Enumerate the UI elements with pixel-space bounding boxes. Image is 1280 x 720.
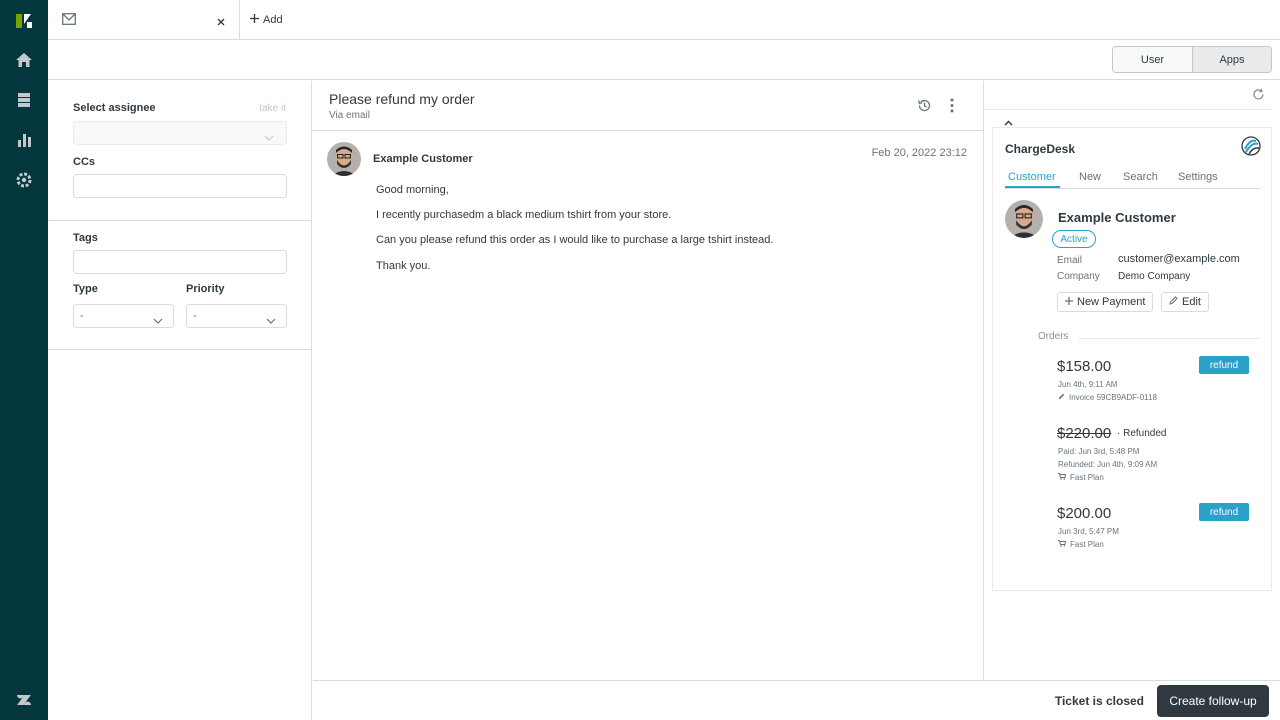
order-detail: Fast Plan (1058, 540, 1104, 549)
ticket-channel: Via email (329, 110, 370, 121)
ticket-properties-panel: Select assignee take it CCs Tags Type Pr… (48, 81, 312, 720)
refresh-icon[interactable] (1252, 88, 1265, 104)
ccs-label: CCs (73, 156, 96, 168)
priority-value: - (193, 310, 197, 322)
app-tab-new[interactable]: New (1079, 171, 1101, 183)
top-bar: Add (48, 0, 1280, 40)
close-icon[interactable] (217, 15, 225, 29)
ticket-subject: Please refund my order (329, 91, 475, 107)
message-timestamp: Feb 20, 2022 23:12 (871, 147, 967, 159)
app-title: ChargeDesk (1005, 142, 1076, 156)
add-tab-label: Add (263, 14, 283, 26)
order-paid-date: Paid: Jun 3rd, 5:48 PM (1058, 447, 1140, 456)
divider (48, 220, 312, 221)
type-value: - (80, 310, 84, 322)
order-detail: Invoice 59CB9ADF-0118 (1058, 393, 1157, 402)
message-line: Good morning, (376, 184, 449, 196)
assignee-select[interactable] (73, 121, 287, 145)
views-icon[interactable] (14, 90, 34, 110)
context-panel-toggle: User Apps (1112, 46, 1272, 73)
plus-icon (1065, 296, 1073, 308)
home-icon[interactable] (14, 50, 34, 70)
refunded-status: · Refunded (1117, 428, 1167, 439)
assignee-label: Select assignee (73, 102, 156, 114)
apps-toggle-button[interactable]: Apps (1192, 47, 1271, 72)
order-date: Jun 4th, 9:11 AM (1058, 380, 1118, 389)
settings-icon[interactable] (14, 170, 34, 190)
tags-input[interactable] (73, 250, 287, 274)
order-date: Jun 3rd, 5:47 PM (1058, 527, 1119, 536)
order-amount: $200.00 (1057, 505, 1112, 522)
plus-icon (250, 14, 259, 26)
refund-button[interactable]: refund (1199, 356, 1249, 374)
global-nav (0, 0, 48, 720)
orders-heading: Orders (1038, 331, 1069, 342)
type-select[interactable]: - (73, 304, 174, 328)
chevron-down-icon (266, 313, 276, 327)
refund-button[interactable]: refund (1199, 503, 1249, 521)
type-label: Type (73, 283, 98, 295)
priority-label: Priority (186, 283, 225, 295)
plan-name: Fast Plan (1070, 473, 1104, 482)
zendesk-logo-icon[interactable] (14, 690, 34, 710)
status-badge: Active (1052, 230, 1096, 248)
mail-icon (62, 13, 76, 28)
cart-icon (1058, 473, 1067, 482)
tags-label: Tags (73, 232, 98, 244)
chevron-down-icon (153, 313, 163, 327)
message-line: I recently purchasedm a black medium tsh… (376, 209, 672, 221)
order-amount: $158.00 (1057, 358, 1112, 375)
ticket-tab[interactable] (48, 0, 240, 40)
reporting-icon[interactable] (14, 130, 34, 150)
customer-avatar (327, 142, 361, 176)
new-payment-label: New Payment (1077, 296, 1146, 308)
app-tabs: Customer New Search Settings (1005, 166, 1261, 189)
pencil-icon (1058, 393, 1065, 402)
user-toggle-button[interactable]: User (1113, 47, 1192, 72)
edit-label: Edit (1182, 296, 1201, 308)
company-value: Demo Company (1118, 271, 1191, 282)
plan-name: Fast Plan (1070, 540, 1104, 549)
message-line: Thank you. (376, 260, 431, 272)
add-tab-button[interactable]: Add (250, 12, 283, 28)
edit-button[interactable]: Edit (1161, 292, 1209, 312)
chevron-down-icon (264, 130, 274, 144)
ticket-footer: Ticket is closed Create follow-up (313, 680, 1280, 720)
new-payment-button[interactable]: New Payment (1057, 292, 1154, 312)
product-logo-icon[interactable] (14, 10, 34, 30)
app-collapse-bar[interactable] (985, 109, 1272, 127)
divider (48, 349, 312, 350)
chargedesk-logo-icon (1241, 136, 1261, 159)
app-tab-search[interactable]: Search (1123, 171, 1158, 183)
context-header: User Apps (48, 40, 1280, 80)
create-follow-up-button[interactable]: Create follow-up (1157, 685, 1269, 717)
app-tab-customer[interactable]: Customer (1008, 171, 1056, 183)
divider (1078, 338, 1260, 339)
order-refunded-date: Refunded: Jun 4th, 9:09 AM (1058, 460, 1158, 469)
order-amount: $220.00 (1057, 425, 1112, 442)
more-icon[interactable] (950, 98, 954, 116)
apps-panel: ChargeDesk Customer New Search Settings … (985, 81, 1280, 680)
ticket-conversation: Please refund my order Via email Example… (313, 81, 984, 680)
pencil-icon (1169, 296, 1178, 308)
ticket-header: Please refund my order Via email (313, 81, 984, 131)
priority-select[interactable]: - (186, 304, 287, 328)
app-tab-settings[interactable]: Settings (1178, 171, 1218, 183)
message-line: Can you please refund this order as I wo… (376, 234, 774, 246)
email-key: Email (1057, 255, 1083, 266)
ccs-input[interactable] (73, 174, 287, 198)
order-detail: Fast Plan (1058, 473, 1104, 482)
cart-icon (1058, 540, 1067, 549)
chargedesk-app: ChargeDesk Customer New Search Settings … (992, 127, 1272, 591)
message-author: Example Customer (373, 153, 473, 165)
ticket-status-text: Ticket is closed (1054, 694, 1144, 708)
email-value[interactable]: customer@example.com (1118, 253, 1240, 265)
customer-avatar (1005, 200, 1043, 238)
active-tab-indicator (1005, 186, 1060, 188)
customer-name: Example Customer (1058, 210, 1176, 225)
invoice-link[interactable]: Invoice 59CB9ADF-0118 (1069, 393, 1157, 402)
company-key: Company (1057, 271, 1100, 282)
take-it-link[interactable]: take it (259, 103, 286, 114)
history-icon[interactable] (917, 98, 932, 116)
